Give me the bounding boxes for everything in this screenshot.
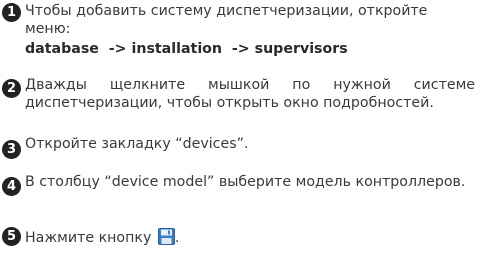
step-number-badge: 2 (2, 79, 21, 98)
step-text: Чтобы добавить систему диспетчеризации, … (25, 3, 428, 37)
step-text-period: . (174, 230, 180, 246)
step-text-label: Нажмите кнопку (25, 230, 152, 246)
step-number-badge: 1 (2, 3, 21, 22)
step-text: В столбцу “device model” выберите модель… (25, 174, 466, 190)
menu-path-command: database -> installation -> supervisors (25, 41, 348, 57)
step-number-badge: 5 (2, 227, 21, 246)
step-number-badge: 4 (2, 177, 21, 196)
step-text: Нажмите кнопку . (25, 228, 475, 248)
step-text: Дважды щелкните мышкой по нужной системе… (25, 77, 475, 111)
step-text: Откройте закладку “devices”. (25, 136, 249, 152)
save-icon (157, 228, 175, 245)
step-number-badge: 3 (2, 140, 21, 159)
